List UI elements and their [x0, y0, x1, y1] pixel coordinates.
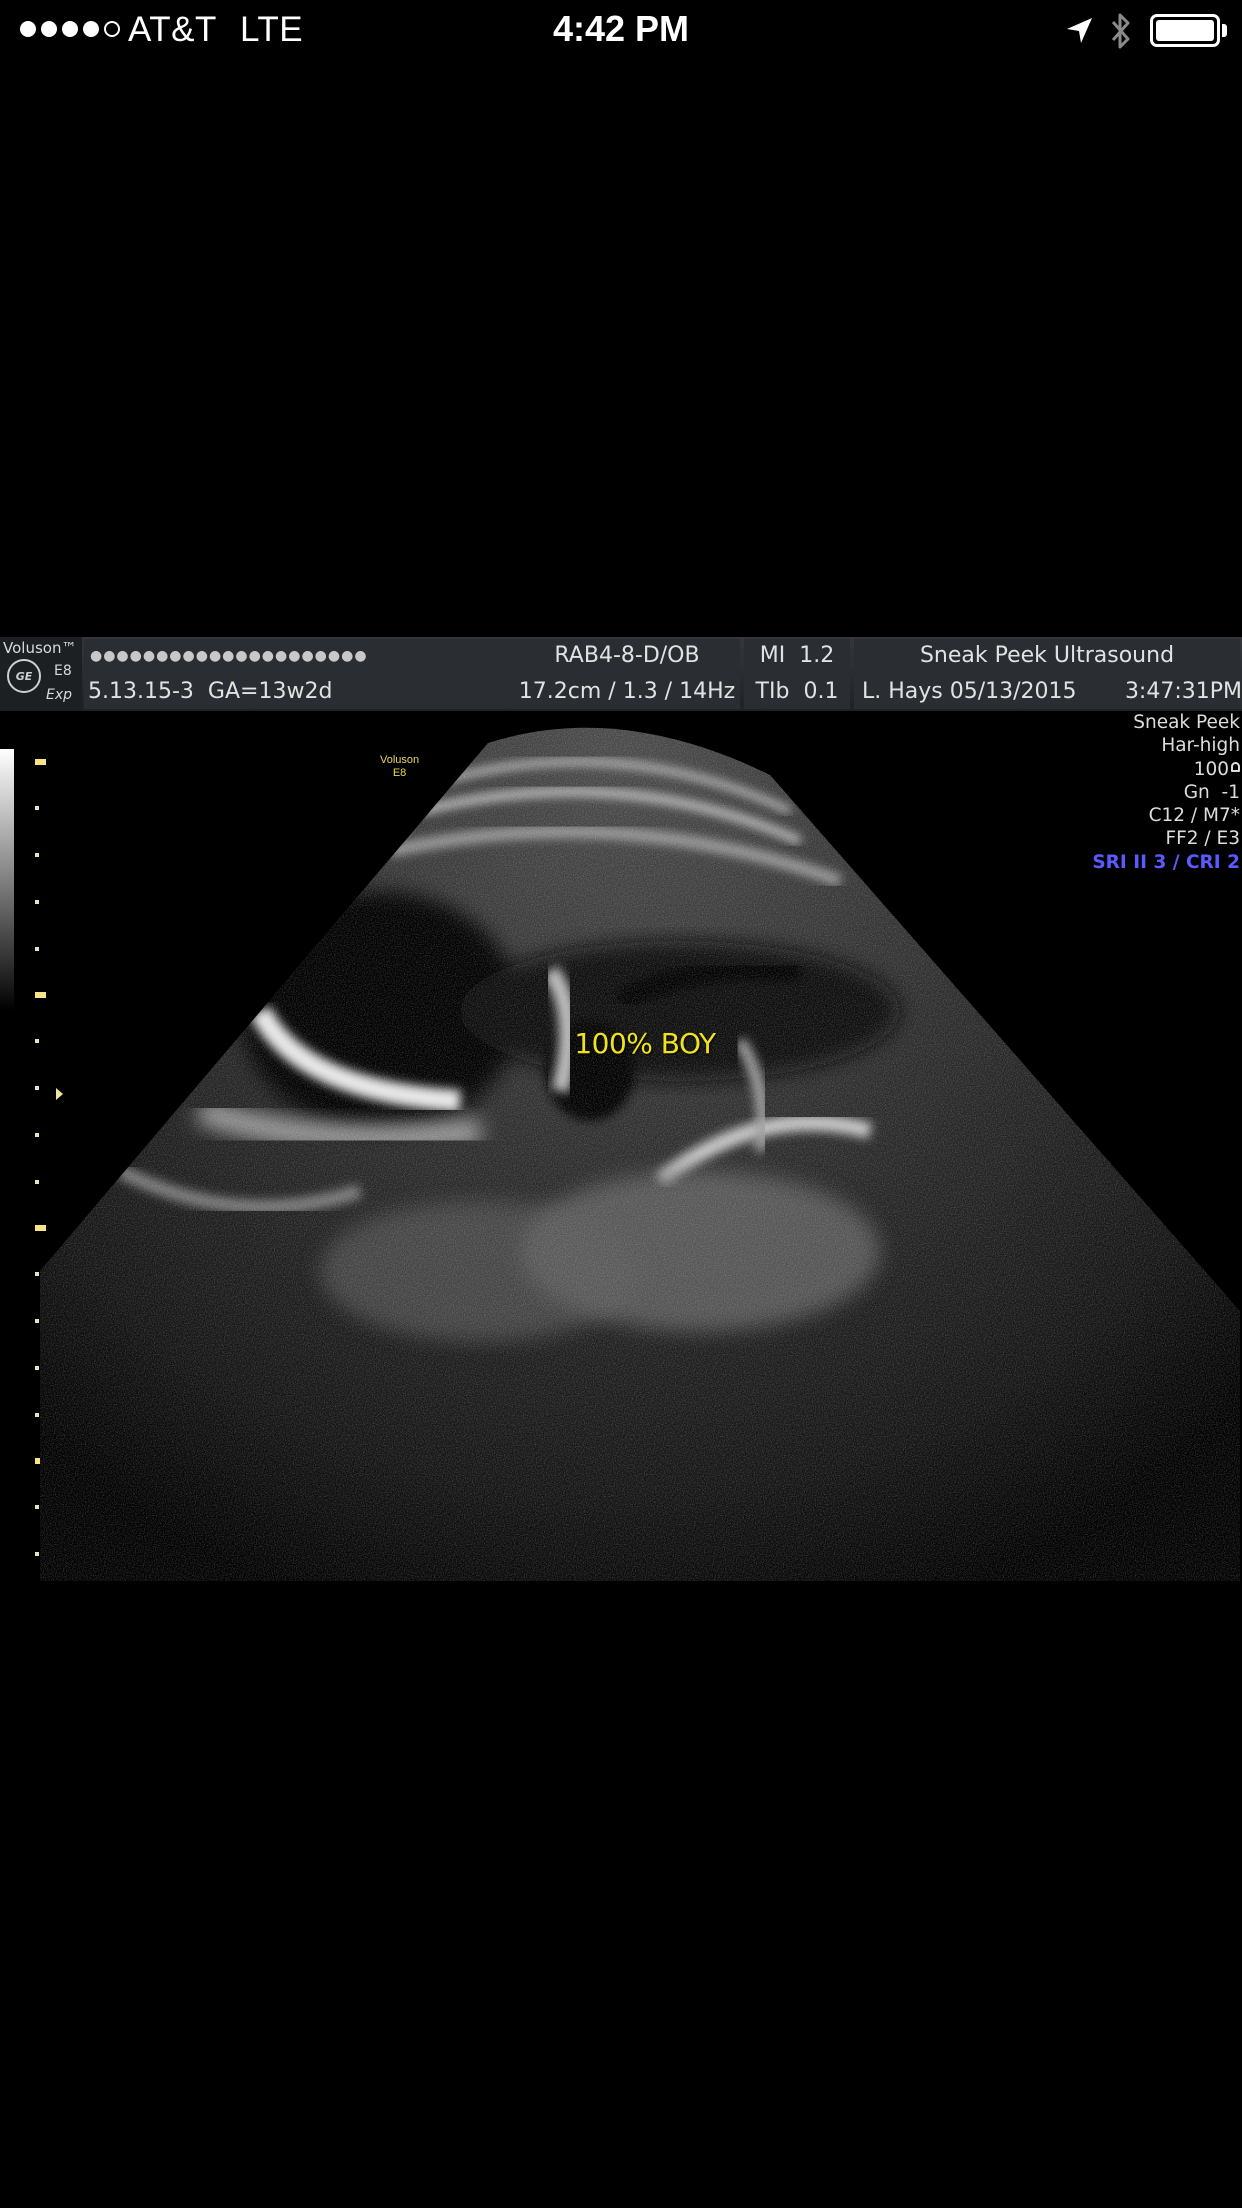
scan-parameters: Sneak Peek Har-high 100 Gn -1 C12 / M7* …	[1092, 711, 1240, 874]
depth-frequency: 17.2cm / 1.3 / 14Hz	[514, 675, 740, 709]
probe-name: RAB4-8-D/OB	[514, 639, 740, 673]
operator-date: L. Hays 05/13/2015	[854, 675, 1082, 709]
param-power: 100	[1193, 758, 1229, 780]
bluetooth-icon	[1111, 13, 1130, 49]
model-sub-label: Exp	[46, 687, 73, 703]
tib-label: TIb	[755, 679, 790, 704]
mi-readout: MI 1.2	[744, 639, 850, 673]
mi-label: MI	[759, 643, 786, 668]
battery-nub	[1222, 24, 1227, 37]
param-preset: Sneak Peek	[1133, 712, 1240, 733]
exam-info: 5.13.15-3 GA=13w2d	[84, 675, 514, 709]
status-time: 4:42 PM	[552, 8, 690, 49]
param-frame: FF2 / E3	[1165, 828, 1240, 850]
location-arrow-icon	[1067, 18, 1092, 43]
facility-name: Sneak Peek Ultrasound	[854, 639, 1240, 673]
battery-icon	[1150, 14, 1220, 47]
patient-id: ●●●●●●●●●●●●●●●●●●●●●	[84, 639, 516, 673]
gestational-age: GA=13w2d	[207, 679, 333, 704]
param-sri: SRI II 3 / CRI 2	[1092, 851, 1240, 873]
exam-id: 5.13.15-3	[88, 679, 194, 704]
lock-icon	[1231, 761, 1240, 772]
tib-readout: TIb 0.1	[744, 675, 850, 709]
brand-block: Voluson™ GE E8 Exp	[0, 637, 82, 711]
scan-clock: 3:47:31PM	[1082, 675, 1242, 709]
ultrasound-header: Voluson™ GE E8 Exp ●●●●●●●●●●●●●●●●●●●●●…	[0, 637, 1242, 711]
image-annotation: 100% BOY	[574, 1027, 716, 1060]
ge-logo-icon: GE	[7, 659, 41, 693]
tib-value: 0.1	[803, 679, 839, 704]
model-label: E8	[54, 663, 72, 679]
status-bar: AT&T LTE 4:42 PM	[0, 0, 1242, 62]
param-map: C12 / M7*	[1148, 805, 1240, 827]
probe-marker: Voluson E8	[380, 754, 419, 780]
mi-value: 1.2	[799, 643, 835, 668]
param-harmonics: Har-high	[1161, 735, 1240, 757]
ultrasound-image	[40, 727, 1240, 1581]
probe-marker-brand: Voluson	[380, 754, 420, 766]
probe-marker-model: E8	[392, 767, 407, 779]
param-gain: Gn -1	[1183, 781, 1240, 803]
scan-area: Voluson E8 100% BOY Sneak Peek Har-high …	[0, 711, 1242, 1581]
param-power-row: 100	[1092, 758, 1240, 781]
brand-name: Voluson™	[3, 639, 77, 657]
